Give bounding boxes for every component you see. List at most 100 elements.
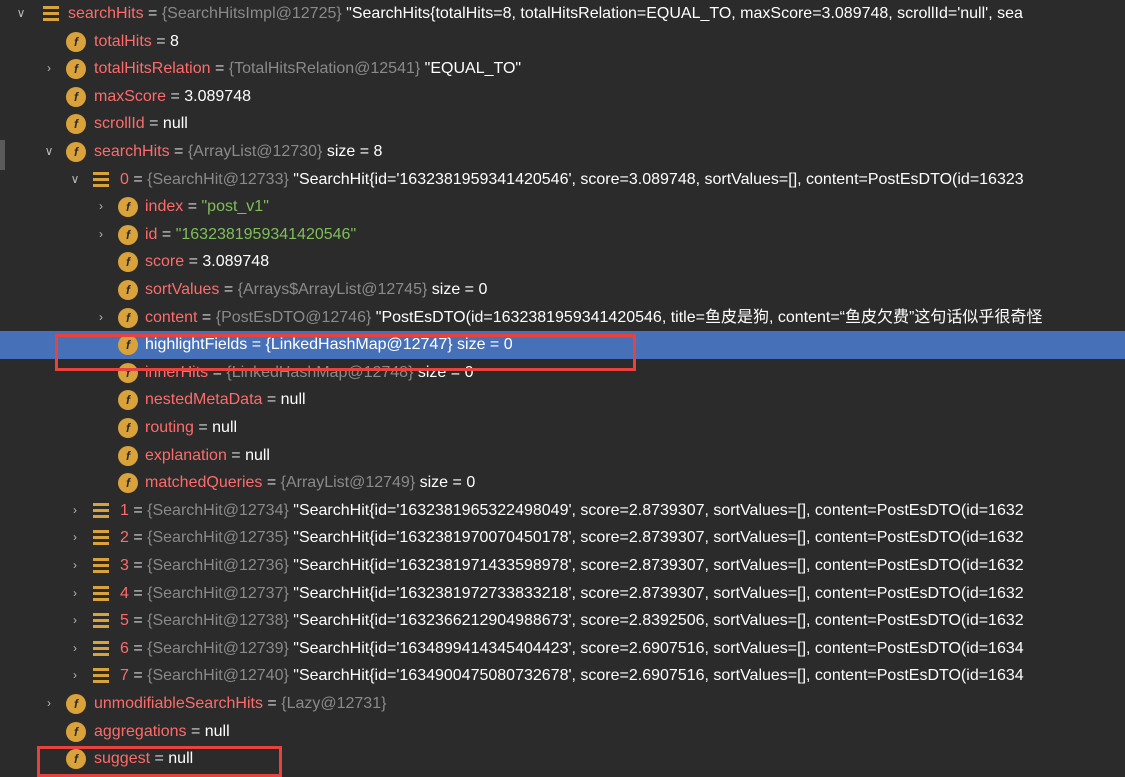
row-text: searchHits = {ArrayList@12730} size = 8 <box>94 143 383 160</box>
row-text: aggregations = null <box>94 722 230 740</box>
var-name: 3 <box>120 557 129 574</box>
collapsed-chevron-icon[interactable]: › <box>68 662 82 690</box>
var-name: 2 <box>120 529 129 547</box>
var-type: {SearchHit@12734} <box>147 501 289 519</box>
var-name: 6 <box>120 639 129 657</box>
var-value: size = 0 <box>457 336 513 354</box>
var-value: null <box>204 722 230 740</box>
var-value: "PostEsDTO(id=1632381959341420546, title… <box>375 308 1043 326</box>
collapsed-chevron-icon[interactable]: › <box>68 635 82 663</box>
tree-row-maxscore[interactable]: f maxScore = 3.089748 <box>0 83 1125 111</box>
var-name: score <box>145 253 185 271</box>
field-icon: f <box>118 280 138 300</box>
collapsed-chevron-icon[interactable]: › <box>68 552 82 580</box>
var-name: 4 <box>120 584 129 602</box>
var-value: "SearchHit{id='1634899414345404423', sco… <box>293 639 1024 657</box>
collapsed-chevron-icon[interactable]: › <box>42 690 56 718</box>
var-name: routing <box>145 419 194 436</box>
tree-row-innerhits[interactable]: f innerHits = {LinkedHashMap@12748} size… <box>0 359 1125 387</box>
var-value: "SearchHit{id='1632381959341420546', sco… <box>293 170 1024 188</box>
field-icon: f <box>66 31 86 52</box>
row-text: 5 = {SearchHit@12738} "SearchHit{id='163… <box>120 612 1024 630</box>
var-type: {ArrayList@12730} <box>187 143 323 160</box>
tree-row-searchhits-root[interactable]: ∨ searchHits = {SearchHitsImpl@12725} "S… <box>0 0 1125 28</box>
collapsed-chevron-icon[interactable]: › <box>68 607 82 635</box>
tree-row-sortvalues[interactable]: f sortValues = {Arrays$ArrayList@12745} … <box>0 276 1125 304</box>
field-icon: f <box>66 142 86 162</box>
tree-row-score[interactable]: f score = 3.089748 <box>0 248 1125 276</box>
tree-row-hit-3[interactable]: › 3 = {SearchHit@12736} "SearchHit{id='1… <box>0 552 1125 580</box>
tree-row-id[interactable]: › f id = "1632381959341420546" <box>0 221 1125 249</box>
expanded-chevron-icon[interactable]: ∨ <box>42 138 56 166</box>
var-type: {SearchHit@12738} <box>147 612 289 630</box>
field-icon: f <box>66 59 86 80</box>
expanded-chevron-icon[interactable]: ∨ <box>68 166 82 194</box>
var-type: {Arrays$ArrayList@12745} <box>237 281 428 298</box>
collapsed-chevron-icon[interactable]: › <box>94 221 108 249</box>
tree-row-suggest[interactable]: f suggest = null <box>0 745 1125 773</box>
var-name: 0 <box>120 170 129 188</box>
field-icon: f <box>66 694 86 714</box>
tree-row-hit-5[interactable]: › 5 = {SearchHit@12738} "SearchHit{id='1… <box>0 607 1125 635</box>
tree-row-unmodifiablesearchhits[interactable]: › f unmodifiableSearchHits = {Lazy@12731… <box>0 690 1125 718</box>
row-text: sortValues = {Arrays$ArrayList@12745} si… <box>145 281 488 298</box>
tree-row-totalhitsrelation[interactable]: › f totalHitsRelation = {TotalHitsRelati… <box>0 55 1125 83</box>
row-text: 7 = {SearchHit@12740} "SearchHit{id='163… <box>120 667 1024 685</box>
var-type: {Lazy@12731} <box>281 695 387 712</box>
tree-row-explanation[interactable]: f explanation = null <box>0 442 1125 470</box>
tree-row-hit-4[interactable]: › 4 = {SearchHit@12737} "SearchHit{id='1… <box>0 580 1125 608</box>
array-element-icon <box>93 558 109 574</box>
tree-row-hit-1[interactable]: › 1 = {SearchHit@12734} "SearchHit{id='1… <box>0 497 1125 525</box>
row-text: unmodifiableSearchHits = {Lazy@12731} <box>94 695 387 712</box>
tree-row-hit-2[interactable]: › 2 = {SearchHit@12735} "SearchHit{id='1… <box>0 524 1125 552</box>
tree-row-hit-0[interactable]: ∨ 0 = {SearchHit@12733} "SearchHit{id='1… <box>0 166 1125 194</box>
tree-row-matchedqueries[interactable]: f matchedQueries = {ArrayList@12749} siz… <box>0 469 1125 497</box>
tree-row-highlightfields[interactable]: f highlightFields = {LinkedHashMap@12747… <box>0 331 1125 359</box>
array-element-icon <box>93 640 109 657</box>
tree-row-hit-6[interactable]: › 6 = {SearchHit@12739} "SearchHit{id='1… <box>0 635 1125 663</box>
array-element-icon <box>93 171 109 188</box>
field-icon: f <box>66 114 86 135</box>
tree-row-searchhits-list[interactable]: ∨ f searchHits = {ArrayList@12730} size … <box>0 138 1125 166</box>
var-type: {SearchHit@12739} <box>147 639 289 657</box>
var-name: index <box>145 198 184 216</box>
collapsed-chevron-icon[interactable]: › <box>68 524 82 552</box>
row-text: maxScore = 3.089748 <box>94 87 251 105</box>
collapsed-chevron-icon[interactable]: › <box>68 580 82 608</box>
var-type: {SearchHitsImpl@12725} <box>161 5 342 22</box>
collapsed-chevron-icon[interactable]: › <box>68 497 82 525</box>
var-name: suggest <box>94 750 151 768</box>
field-icon: f <box>66 86 86 107</box>
var-value: "SearchHit{id='1632366212904988673', sco… <box>293 612 1024 630</box>
tree-row-index[interactable]: › f index = "post_v1" <box>0 193 1125 221</box>
expanded-chevron-icon[interactable]: ∨ <box>14 0 28 28</box>
tree-row-nestedmetadata[interactable]: f nestedMetaData = null <box>0 386 1125 414</box>
tree-row-scrollid[interactable]: f scrollId = null <box>0 110 1125 138</box>
tree-row-routing[interactable]: f routing = null <box>0 414 1125 442</box>
tree-row-aggregations[interactable]: f aggregations = null <box>0 718 1125 746</box>
var-value: size = 0 <box>417 363 474 381</box>
var-name: scrollId <box>94 115 145 133</box>
row-text: suggest = null <box>94 750 194 768</box>
tree-row-content[interactable]: › f content = {PostEsDTO@12746} "PostEsD… <box>0 304 1125 332</box>
row-text: score = 3.089748 <box>145 253 270 271</box>
row-text: 4 = {SearchHit@12737} "SearchHit{id='163… <box>120 584 1024 602</box>
tree-row-totalhits[interactable]: f totalHits = 8 <box>0 28 1125 56</box>
array-element-icon <box>93 530 109 546</box>
collapsed-chevron-icon[interactable]: › <box>94 304 108 332</box>
var-value: "EQUAL_TO" <box>424 60 522 78</box>
var-name: 1 <box>120 501 129 519</box>
collapsed-chevron-icon[interactable]: › <box>94 193 108 221</box>
var-name: totalHits <box>94 32 152 50</box>
var-value: null <box>212 419 238 436</box>
row-text: index = "post_v1" <box>145 198 269 216</box>
var-name: 7 <box>120 667 129 685</box>
var-name: content <box>145 308 198 326</box>
var-name: explanation <box>145 446 227 464</box>
row-text: 3 = {SearchHit@12736} "SearchHit{id='163… <box>120 557 1024 574</box>
collapsed-chevron-icon[interactable]: › <box>42 55 56 83</box>
row-text: id = "1632381959341420546" <box>145 225 357 243</box>
tree-row-hit-7[interactable]: › 7 = {SearchHit@12740} "SearchHit{id='1… <box>0 662 1125 690</box>
row-text: nestedMetaData = null <box>145 391 306 409</box>
field-icon: f <box>118 362 138 383</box>
